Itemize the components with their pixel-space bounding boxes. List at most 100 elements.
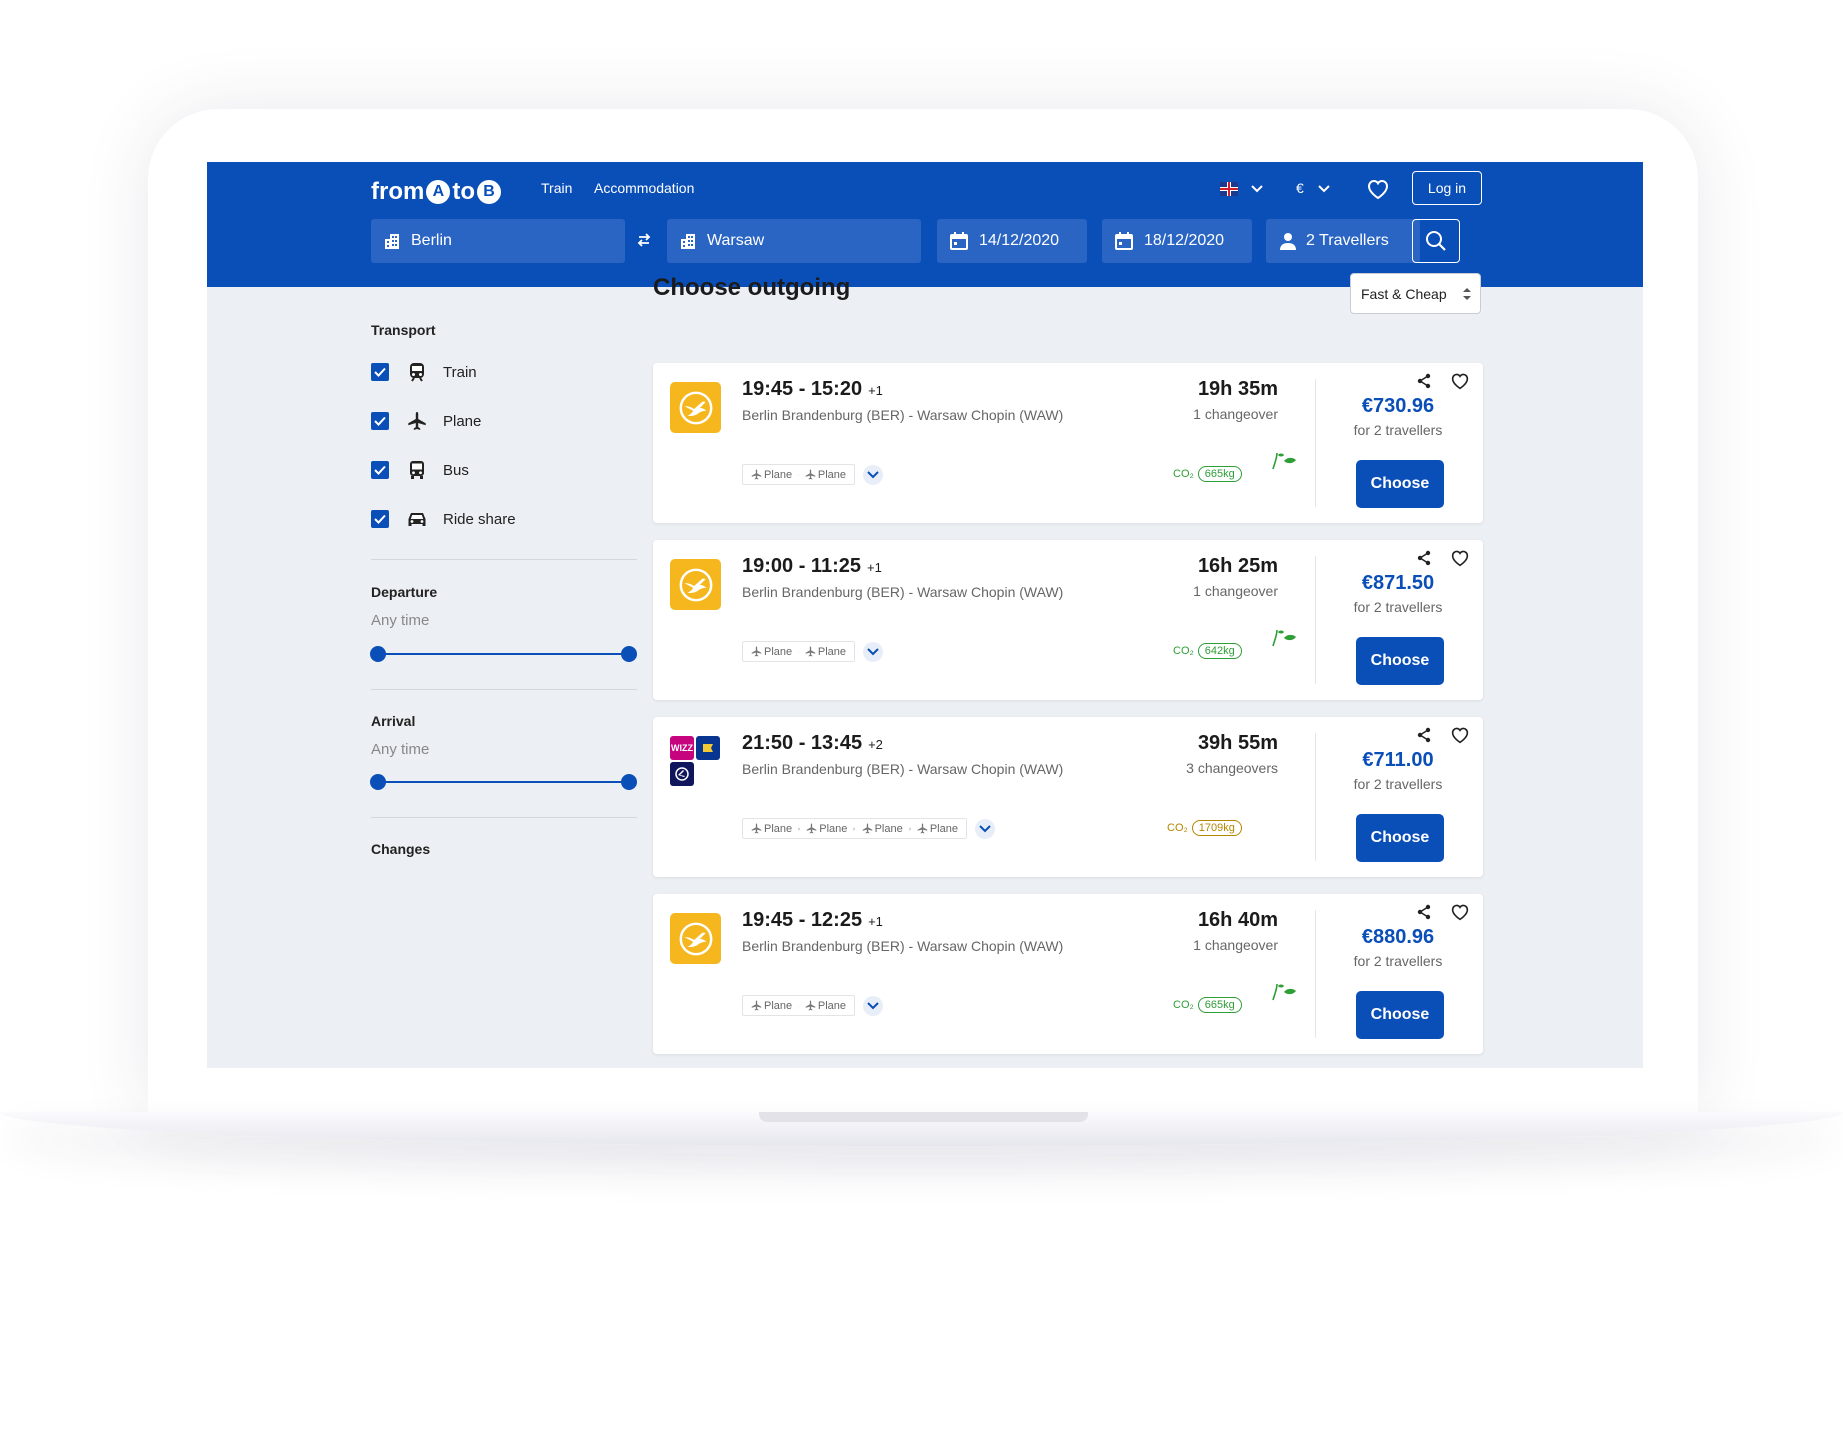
card-divider [1315,379,1316,507]
card-divider [1315,910,1316,1038]
divider [371,817,637,818]
swap-icon[interactable] [636,230,652,250]
filter-train[interactable]: Train [371,362,477,382]
sort-select[interactable]: Fast & Cheap [1350,273,1481,314]
departure-slider-track[interactable] [378,653,629,655]
favorite-heart-icon[interactable] [1450,549,1470,567]
filter-bus[interactable]: Bus [371,460,469,480]
choose-button[interactable]: Choose [1356,637,1444,685]
price-note: for 2 travellers [1353,776,1443,792]
eco-leaf-icon [1272,629,1296,647]
segments-summary: Plane Plane [742,464,855,485]
currency-selector[interactable]: € [1296,180,1304,196]
share-icon[interactable] [1416,727,1432,743]
checkbox-checked[interactable] [371,461,389,479]
uk-flag-icon[interactable] [1220,182,1238,196]
lufthansa-logo [670,382,721,433]
share-icon[interactable] [1416,550,1432,566]
chevron-right-icon [798,474,799,475]
price-note: for 2 travellers [1353,953,1443,969]
arrival-slider-min-handle[interactable] [370,774,386,790]
checkbox-checked[interactable] [371,363,389,381]
card-divider [1315,733,1316,861]
co2-emissions: CO₂ 642kg [1173,641,1242,661]
fromatob-logo[interactable]: from A to B [371,174,503,210]
eco-leaf-icon [1272,452,1296,470]
result-card[interactable]: 19:45 - 12:25 +1 Berlin Brandenburg (BER) … [653,894,1483,1054]
result-card[interactable]: 19:00 - 11:25 +1 Berlin Brandenburg (BER) … [653,540,1483,700]
choose-button[interactable]: Choose [1356,814,1444,862]
filter-plane[interactable]: Plane [371,411,481,431]
airline-logos: WIZZ [670,736,721,787]
trip-duration: 19h 35m [1197,378,1278,400]
result-card[interactable]: WIZZ 21:50 - 13:45 +2 Berlin Brandenburg (B… [653,717,1483,877]
plane-icon [862,823,872,834]
departure-heading: Departure [371,584,438,600]
login-button[interactable]: Log in [1412,171,1482,205]
choose-button[interactable]: Choose [1356,991,1444,1039]
changeovers: 1 changeover [1193,583,1278,599]
wizzair-logo: WIZZ [670,736,694,760]
search-button[interactable] [1412,219,1460,263]
checkmark-icon [374,416,386,426]
changeovers: 3 changeovers [1186,760,1278,776]
result-card[interactable]: 19:45 - 15:20 +1 Berlin Brandenburg (BER) … [653,363,1483,523]
travellers-field[interactable]: 2 Travellers [1266,219,1420,263]
chevron-right-icon [853,827,856,830]
favorite-heart-icon[interactable] [1450,726,1470,744]
nav-train[interactable]: Train [541,180,572,196]
segment-plane: Plane [805,646,846,658]
trip-duration: 39h 55m [1197,732,1278,754]
departure-arrival-times: 21:50 - 13:45 +2 [742,732,883,754]
chevron-down-icon[interactable] [1317,182,1331,196]
chevron-down-icon[interactable] [1250,182,1264,196]
card-divider [1315,556,1316,684]
share-icon[interactable] [1416,373,1432,389]
divider [371,689,637,690]
return-date-field[interactable]: 18/12/2020 [1102,219,1252,263]
segment-plane: Plane [806,823,847,835]
price-note: for 2 travellers [1353,599,1443,615]
to-input[interactable]: Warsaw [667,219,921,263]
trip-duration: 16h 25m [1197,555,1278,577]
co2-emissions: CO₂ 1709kg [1167,818,1242,838]
favorite-heart-icon[interactable] [1450,372,1470,390]
changes-heading: Changes [371,841,431,857]
transport-heading: Transport [371,322,436,338]
nav-accommodation[interactable]: Accommodation [594,180,694,196]
plane-icon [917,823,928,834]
city-icon [385,234,399,249]
day-offset: +2 [868,737,883,752]
search-icon [1426,231,1446,251]
day-offset: +1 [868,914,883,929]
changeovers: 1 changeover [1193,937,1278,953]
expand-details-button[interactable] [863,465,883,485]
choose-button[interactable]: Choose [1356,460,1444,508]
chevron-down-icon [867,471,879,479]
segments-summary: Plane Plane Plane Plane [742,818,967,839]
expand-details-button[interactable] [975,819,995,839]
route-airports: Berlin Brandenburg (BER) - Warsaw Chopin… [742,761,1064,777]
chevron-right-icon [798,827,801,830]
favorites-heart-icon[interactable] [1366,178,1390,200]
expand-details-button[interactable] [863,642,883,662]
checkbox-checked[interactable] [371,510,389,528]
arrival-slider-max-handle[interactable] [621,774,637,790]
favorite-heart-icon[interactable] [1450,903,1470,921]
from-input[interactable]: Berlin [371,219,625,263]
checkbox-checked[interactable] [371,412,389,430]
plane-icon [805,469,816,480]
share-icon[interactable] [1416,904,1432,920]
departure-arrival-times: 19:00 - 11:25 +1 [742,555,882,577]
bus-icon [410,461,424,479]
expand-details-button[interactable] [863,996,883,1016]
depart-date-field[interactable]: 14/12/2020 [937,219,1087,263]
route-airports: Berlin Brandenburg (BER) - Warsaw Chopin… [742,584,1064,600]
departure-slider-min-handle[interactable] [370,646,386,662]
filter-ride-share[interactable]: Ride share [371,509,516,529]
segment-plane: Plane [751,823,792,835]
departure-slider-max-handle[interactable] [621,646,637,662]
price-note: for 2 travellers [1353,422,1443,438]
arrival-slider-track[interactable] [378,781,629,783]
lufthansa-crane-icon [679,922,712,955]
